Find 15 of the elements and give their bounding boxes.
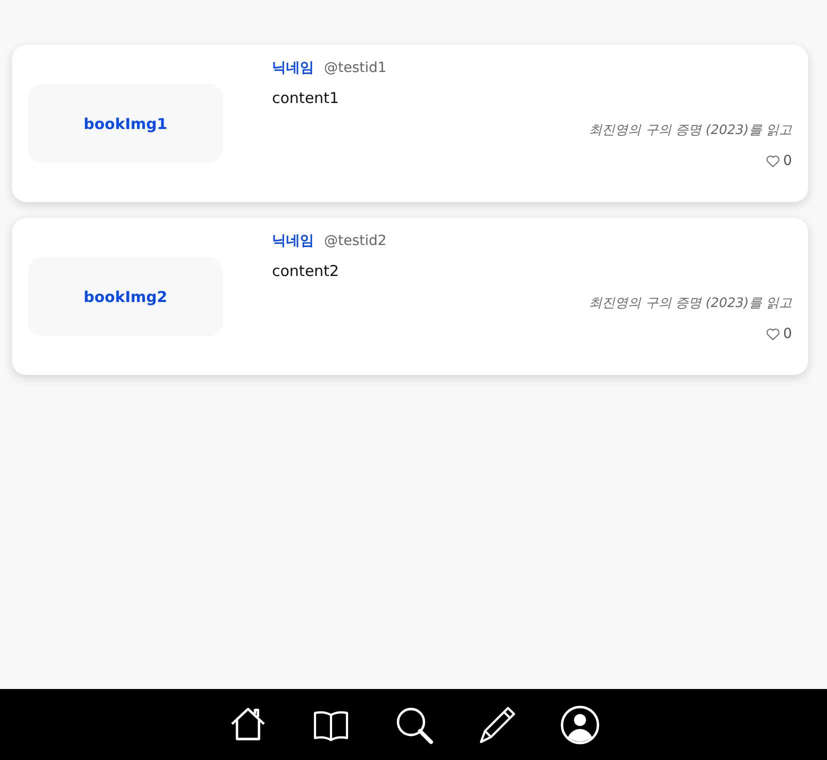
book-note: 최진영의 구의 증명 (2023)를 읽고 (589, 295, 792, 312)
book-note: 최진영의 구의 증명 (2023)를 읽고 (589, 122, 792, 139)
heart-icon[interactable] (765, 326, 782, 342)
book-image-label: bookImg2 (84, 288, 168, 306)
post-content: content2 (272, 262, 340, 280)
heart-icon[interactable] (765, 153, 782, 169)
like-count: 0 (783, 326, 792, 342)
book-image-label: bookImg1 (84, 114, 168, 132)
user-id: @testid2 (324, 233, 387, 249)
profile-icon[interactable] (560, 704, 600, 744)
nickname: 닉네임 (272, 59, 314, 77)
post-content: content1 (272, 89, 340, 107)
user-id: @testid1 (324, 60, 387, 76)
nickname: 닉네임 (272, 232, 314, 250)
like-count: 0 (783, 153, 792, 169)
